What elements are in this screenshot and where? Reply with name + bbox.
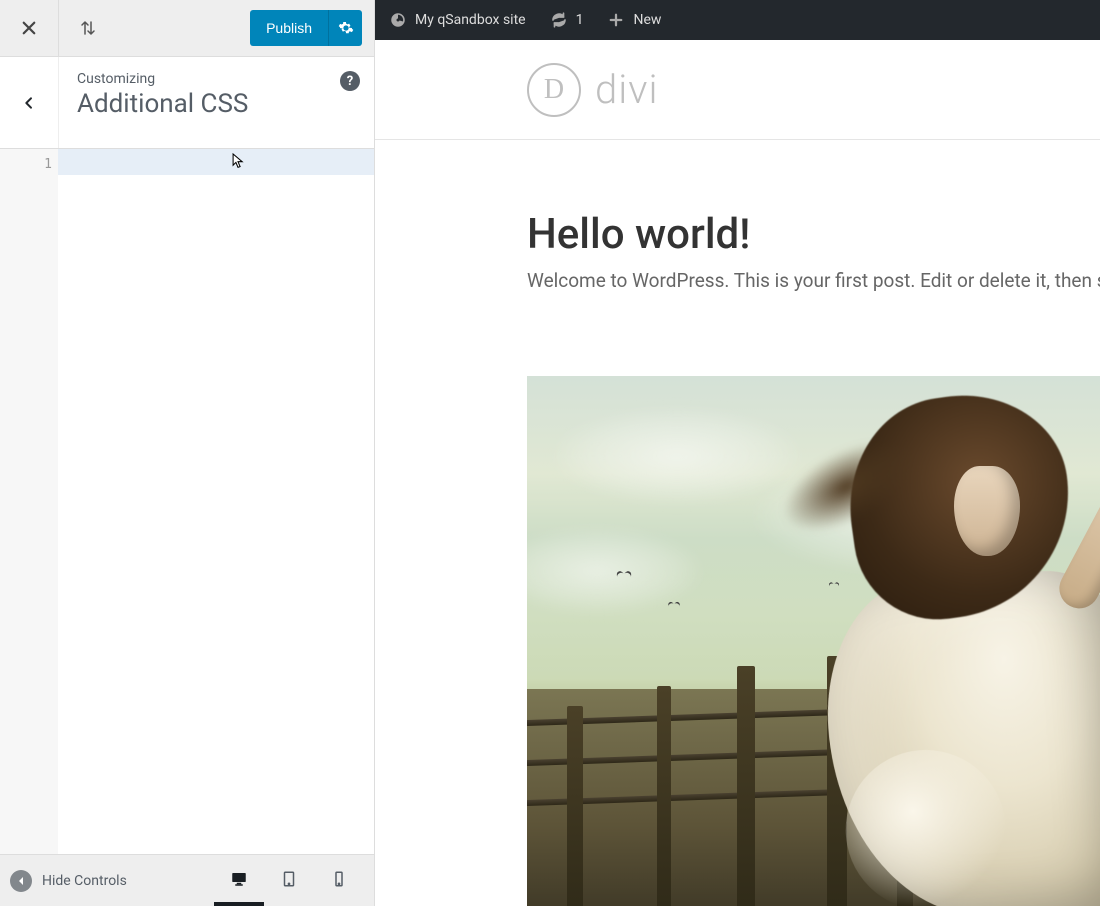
site-preview: My qSandbox site 1 New D divi	[375, 0, 1100, 906]
history-toggle-button[interactable]	[59, 0, 117, 56]
chevron-left-icon	[21, 95, 37, 111]
dashboard-icon	[389, 11, 407, 29]
gear-icon	[338, 20, 354, 36]
hide-controls-button[interactable]: Hide Controls	[10, 870, 127, 892]
adminbar-updates[interactable]: 1	[550, 11, 584, 29]
hide-controls-label: Hide Controls	[42, 873, 127, 889]
customizer-panel: Publish Customizing Additional CSS ?	[0, 0, 375, 906]
customizer-footer: Hide Controls	[0, 854, 374, 906]
adminbar-new-label: New	[633, 12, 661, 28]
help-button[interactable]: ?	[340, 71, 360, 91]
site-logo-mark[interactable]: D	[527, 63, 581, 117]
device-tablet-button[interactable]	[264, 855, 314, 906]
device-desktop-button[interactable]	[214, 855, 264, 906]
mouse-cursor-icon	[231, 152, 245, 170]
customizer-top-row: Publish	[0, 0, 374, 57]
plus-icon	[607, 11, 625, 29]
post-body: Welcome to WordPress. This is your first…	[527, 267, 1100, 296]
collapse-left-icon	[10, 870, 32, 892]
site-logo-text[interactable]: divi	[595, 66, 658, 113]
section-title: Additional CSS	[77, 89, 356, 120]
publish-options-button[interactable]	[328, 10, 362, 46]
device-mobile-button[interactable]	[314, 855, 364, 906]
post-featured-image	[527, 376, 1100, 906]
device-preview-group	[214, 855, 364, 906]
adminbar-new[interactable]: New	[607, 11, 661, 29]
line-number: 1	[0, 149, 58, 175]
wp-admin-bar: My qSandbox site 1 New	[375, 0, 1100, 40]
post-title[interactable]: Hello world!	[527, 210, 1100, 259]
adminbar-site-link[interactable]: My qSandbox site	[389, 11, 526, 29]
publish-split-button[interactable]: Publish	[250, 10, 362, 46]
site-header: D divi	[375, 40, 1100, 140]
close-customizer-button[interactable]	[0, 0, 59, 56]
refresh-icon	[550, 11, 568, 29]
code-line-active[interactable]	[58, 149, 374, 175]
tablet-icon	[280, 870, 298, 888]
close-icon	[20, 19, 38, 37]
adminbar-site-name: My qSandbox site	[415, 12, 526, 28]
section-eyebrow: Customizing	[77, 71, 356, 87]
publish-button[interactable]: Publish	[250, 10, 328, 46]
mobile-icon	[330, 870, 348, 888]
figure-woman	[830, 396, 1100, 906]
desktop-icon	[230, 870, 248, 888]
site-content: Hello world! Welcome to WordPress. This …	[375, 140, 1100, 906]
adminbar-updates-count: 1	[576, 12, 584, 28]
back-button[interactable]	[0, 57, 59, 148]
section-header: Customizing Additional CSS ?	[0, 57, 374, 149]
css-editor[interactable]: 1	[0, 149, 374, 854]
swap-vertical-icon	[79, 19, 97, 37]
